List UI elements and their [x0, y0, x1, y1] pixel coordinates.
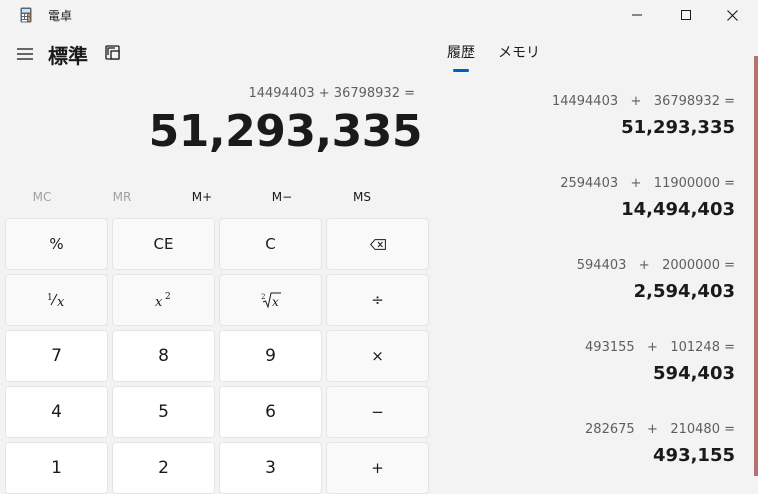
history-expression: 282675 + 210480 =	[585, 422, 735, 437]
minimize-button[interactable]	[614, 0, 660, 30]
percent-button[interactable]: %	[5, 218, 108, 270]
history-result: 493,155	[653, 445, 735, 466]
maximize-icon	[681, 10, 691, 20]
calculator-icon	[20, 7, 32, 23]
memory-add-button[interactable]: M+	[167, 190, 237, 204]
history-expression: 493155 + 101248 =	[585, 340, 735, 355]
history-expression: 594403 + 2000000 =	[576, 258, 735, 273]
square-root-button[interactable]: 2 x	[219, 274, 322, 326]
clear-button[interactable]: C	[219, 218, 322, 270]
memory-store-button[interactable]: MS	[327, 190, 397, 204]
subtract-button[interactable]: −	[326, 386, 429, 438]
expression-display: 14494403 + 36798932 =	[248, 86, 415, 101]
square-icon: x 2	[155, 292, 171, 309]
digit-3-button[interactable]: 3	[219, 442, 322, 494]
digit-9-button[interactable]: 9	[219, 330, 322, 382]
history-expression: 2594403 + 11900000 =	[560, 176, 735, 191]
divide-button[interactable]: ÷	[326, 274, 429, 326]
memory-clear-button[interactable]: MC	[7, 190, 77, 204]
reciprocal-icon: 1 x	[47, 293, 65, 309]
minimize-icon	[632, 14, 642, 16]
close-button[interactable]	[709, 0, 755, 30]
clear-entry-button[interactable]: CE	[112, 218, 215, 270]
digit-6-button[interactable]: 6	[219, 386, 322, 438]
digit-4-button[interactable]: 4	[5, 386, 108, 438]
svg-text:x: x	[272, 295, 279, 309]
history-item[interactable]: 2594403 + 11900000 = 14,494,403	[560, 176, 735, 220]
history-expression: 14494403 + 36798932 =	[551, 94, 735, 109]
history-result: 2,594,403	[633, 281, 735, 302]
history-result: 51,293,335	[621, 117, 735, 138]
multiply-button[interactable]: ×	[326, 330, 429, 382]
svg-text:2: 2	[165, 292, 171, 302]
memory-subtract-button[interactable]: M−	[247, 190, 317, 204]
square-root-icon: 2 x	[261, 292, 281, 309]
backspace-button[interactable]	[326, 218, 429, 270]
add-button[interactable]: +	[326, 442, 429, 494]
hamburger-icon	[17, 48, 33, 60]
svg-text:1: 1	[47, 293, 53, 303]
tab-history[interactable]: 履歴	[447, 42, 475, 62]
digit-5-button[interactable]: 5	[112, 386, 215, 438]
history-item[interactable]: 594403 + 2000000 = 2,594,403	[577, 258, 735, 302]
digit-1-button[interactable]: 1	[5, 442, 108, 494]
digit-7-button[interactable]: 7	[5, 330, 108, 382]
keep-on-top-icon	[105, 45, 120, 60]
history-item[interactable]: 493155 + 101248 = 594,403	[585, 340, 735, 384]
close-icon	[726, 9, 738, 21]
digit-2-button[interactable]: 2	[112, 442, 215, 494]
backspace-icon	[369, 238, 386, 250]
title-bar: 電卓	[0, 0, 758, 30]
reciprocal-button[interactable]: 1 x	[5, 274, 108, 326]
history-result: 594,403	[653, 363, 735, 384]
navigation-menu-button[interactable]	[14, 44, 36, 64]
svg-text:2: 2	[261, 293, 265, 301]
history-result: 14,494,403	[621, 199, 735, 220]
history-item[interactable]: 14494403 + 36798932 = 51,293,335	[552, 94, 735, 138]
history-item[interactable]: 282675 + 210480 = 493,155	[585, 422, 735, 466]
square-button[interactable]: x 2	[112, 274, 215, 326]
keep-on-top-button[interactable]	[104, 44, 124, 64]
maximize-button[interactable]	[663, 0, 709, 30]
tab-memory[interactable]: メモリ	[498, 42, 540, 62]
window-title: 電卓	[48, 9, 73, 23]
memory-recall-button[interactable]: MR	[87, 190, 157, 204]
svg-text:x: x	[155, 295, 163, 309]
active-tab-indicator	[453, 69, 469, 72]
memory-row: MC MR M+ M− MS	[0, 190, 432, 210]
mode-title: 標準	[48, 44, 88, 68]
svg-text:x: x	[57, 295, 65, 309]
result-display: 51,293,335	[148, 106, 423, 157]
window-edge	[754, 56, 758, 476]
digit-8-button[interactable]: 8	[112, 330, 215, 382]
